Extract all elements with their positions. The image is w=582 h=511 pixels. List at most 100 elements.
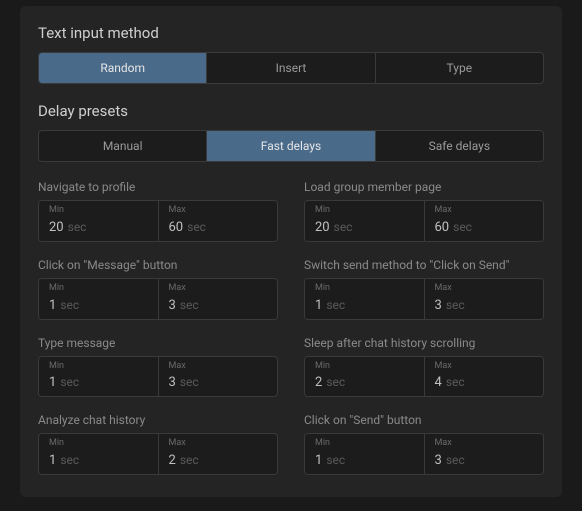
delay-max-cell[interactable]: Max 3 sec <box>425 279 544 319</box>
delay-pair: Min20secMax60sec <box>38 200 278 242</box>
delay-presets-seg: Manual Fast delays Safe delays <box>38 130 544 162</box>
min-value: 1 <box>315 298 322 313</box>
min-value: 20 <box>49 220 64 235</box>
seg-random[interactable]: Random <box>39 53 207 83</box>
delay-item: Navigate to profileMin20secMax60sec <box>38 180 278 242</box>
min-value: 20 <box>315 220 330 235</box>
unit-label: sec <box>446 453 465 467</box>
delay-min-cell[interactable]: Min 1 sec <box>305 279 425 319</box>
delay-label: Click on "Send" button <box>304 413 544 427</box>
unit-label: sec <box>446 375 465 389</box>
min-label: Min <box>49 361 148 372</box>
delay-item: Switch send method to "Click on Send" Min… <box>304 258 544 320</box>
max-label: Max <box>169 361 268 372</box>
seg-insert[interactable]: Insert <box>207 53 375 83</box>
unit-label: sec <box>187 220 206 234</box>
delay-min-cell[interactable]: Min 2 sec <box>305 357 425 397</box>
max-value: 3 <box>169 375 176 390</box>
max-value: 3 <box>435 298 442 313</box>
delay-pair: Min 2 sec Max 4 sec <box>304 356 544 398</box>
unit-label: sec <box>180 298 199 312</box>
delay-max-cell[interactable]: Max 3 sec <box>159 279 278 319</box>
delay-min-cell[interactable]: Min 20 sec <box>305 201 425 241</box>
max-value: 3 <box>169 298 176 313</box>
max-label: Max <box>169 283 268 294</box>
unit-label: sec <box>180 453 199 467</box>
delay-label: Analyze chat history <box>38 413 278 427</box>
delay-item: Analyze chat history Min 1 sec Max 2 sec <box>38 413 278 475</box>
seg-safe[interactable]: Safe delays <box>376 131 543 161</box>
min-value: 1 <box>49 298 56 313</box>
delay-pair: Min 1 sec Max 3 sec <box>38 278 278 320</box>
min-label: Min <box>49 283 148 294</box>
delay-max-cell[interactable]: Max 3 sec <box>425 434 544 474</box>
max-value: 2 <box>169 453 176 468</box>
delay-pair: Min 1 sec Max 2 sec <box>38 433 278 475</box>
delay-label: Type message <box>38 336 278 350</box>
delay-item: Type message Min 1 sec Max 3 sec <box>38 336 278 398</box>
max-value: 60 <box>435 220 450 235</box>
min-value: 1 <box>315 453 322 468</box>
max-label: Max <box>435 361 534 372</box>
min-label: Min <box>315 283 414 294</box>
delay-min-cell[interactable]: Min 20 sec <box>39 201 159 241</box>
unit-label: sec <box>326 453 345 467</box>
delay-pair: Min20secMax60sec <box>304 200 544 242</box>
min-value: 1 <box>49 375 56 390</box>
delay-item: Click on "Message" button Min 1 sec Max 3 sec <box>38 258 278 320</box>
max-label: Max <box>169 438 268 449</box>
delay-item: Load group member pageMin20secMax60sec <box>304 180 544 242</box>
min-value: 1 <box>49 453 56 468</box>
delay-item: Sleep after chat history scrolling Min 2 se… <box>304 336 544 398</box>
delay-label: Navigate to profile <box>38 180 278 194</box>
delay-min-cell[interactable]: Min 1 sec <box>39 279 159 319</box>
unit-label: sec <box>60 453 79 467</box>
delay-presets-title: Delay presets <box>38 102 544 120</box>
unit-label: sec <box>68 220 87 234</box>
delay-label: Click on "Message" button <box>38 258 278 272</box>
delay-label: Load group member page <box>304 180 544 194</box>
delay-max-cell[interactable]: Max 3 sec <box>159 357 278 397</box>
max-value: 3 <box>435 453 442 468</box>
min-label: Min <box>315 205 414 216</box>
delay-max-cell[interactable]: Max 60sec <box>425 201 544 241</box>
delay-label: Sleep after chat history scrolling <box>304 336 544 350</box>
unit-label: sec <box>60 298 79 312</box>
seg-type[interactable]: Type <box>376 53 543 83</box>
delay-label: Switch send method to "Click on Send" <box>304 258 544 272</box>
settings-panel: Text input method Random Insert Type Del… <box>20 6 562 497</box>
unit-label: sec <box>446 298 465 312</box>
unit-label: sec <box>60 375 79 389</box>
unit-label: sec <box>453 220 472 234</box>
delay-max-cell[interactable]: Max 60sec <box>159 201 278 241</box>
min-label: Min <box>49 205 148 216</box>
min-label: Min <box>315 361 414 372</box>
max-label: Max <box>435 438 534 449</box>
seg-manual[interactable]: Manual <box>39 131 207 161</box>
min-value: 2 <box>315 375 322 390</box>
max-label: Max <box>435 205 534 216</box>
unit-label: sec <box>180 375 199 389</box>
max-value: 60 <box>169 220 184 235</box>
min-label: Min <box>49 438 148 449</box>
text-input-title: Text input method <box>38 24 544 42</box>
delay-max-cell[interactable]: Max 4 sec <box>425 357 544 397</box>
delay-pair: Min 1 sec Max 3 sec <box>38 356 278 398</box>
unit-label: sec <box>326 375 345 389</box>
delay-max-cell[interactable]: Max 2 sec <box>159 434 278 474</box>
delay-pair: Min 1 sec Max 3 sec <box>304 433 544 475</box>
unit-label: sec <box>326 298 345 312</box>
delay-min-cell[interactable]: Min 1 sec <box>305 434 425 474</box>
max-label: Max <box>435 283 534 294</box>
text-input-seg: Random Insert Type <box>38 52 544 84</box>
delay-grid: Navigate to profileMin20secMax60secLoad … <box>38 180 544 475</box>
max-value: 4 <box>435 375 442 390</box>
seg-fast[interactable]: Fast delays <box>207 131 375 161</box>
delay-min-cell[interactable]: Min 1 sec <box>39 357 159 397</box>
delay-item: Click on "Send" button Min 1 sec Max 3 sec <box>304 413 544 475</box>
delay-pair: Min 1 sec Max 3 sec <box>304 278 544 320</box>
delay-min-cell[interactable]: Min 1 sec <box>39 434 159 474</box>
unit-label: sec <box>334 220 353 234</box>
min-label: Min <box>315 438 414 449</box>
max-label: Max <box>169 205 268 216</box>
